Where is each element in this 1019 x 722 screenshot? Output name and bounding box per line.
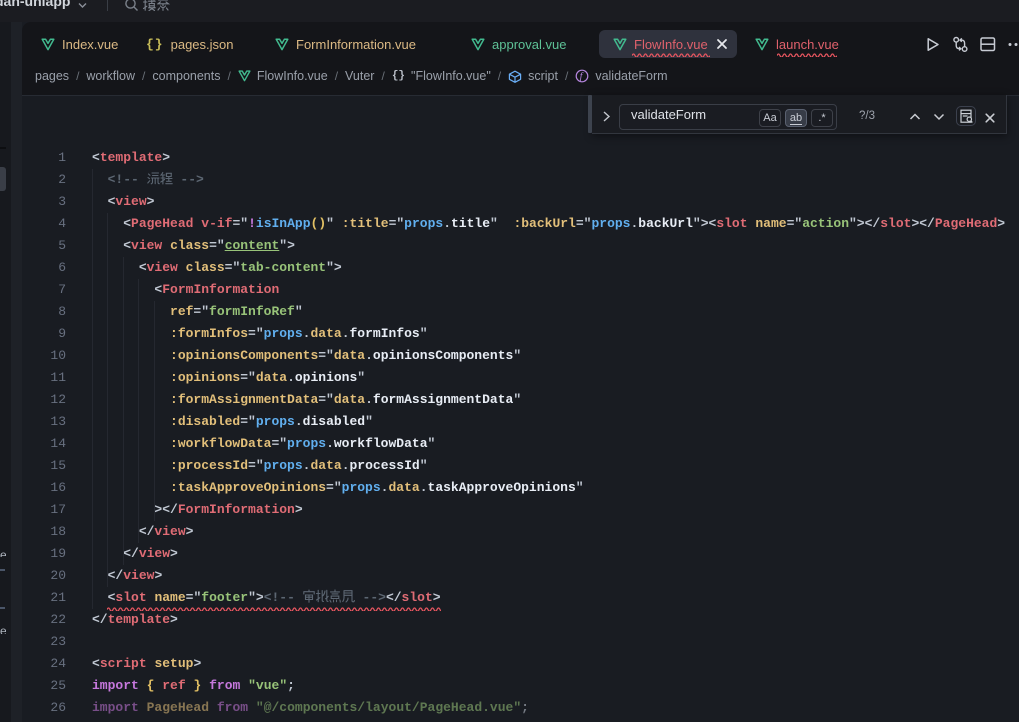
svg-text:f: f [580,71,584,82]
